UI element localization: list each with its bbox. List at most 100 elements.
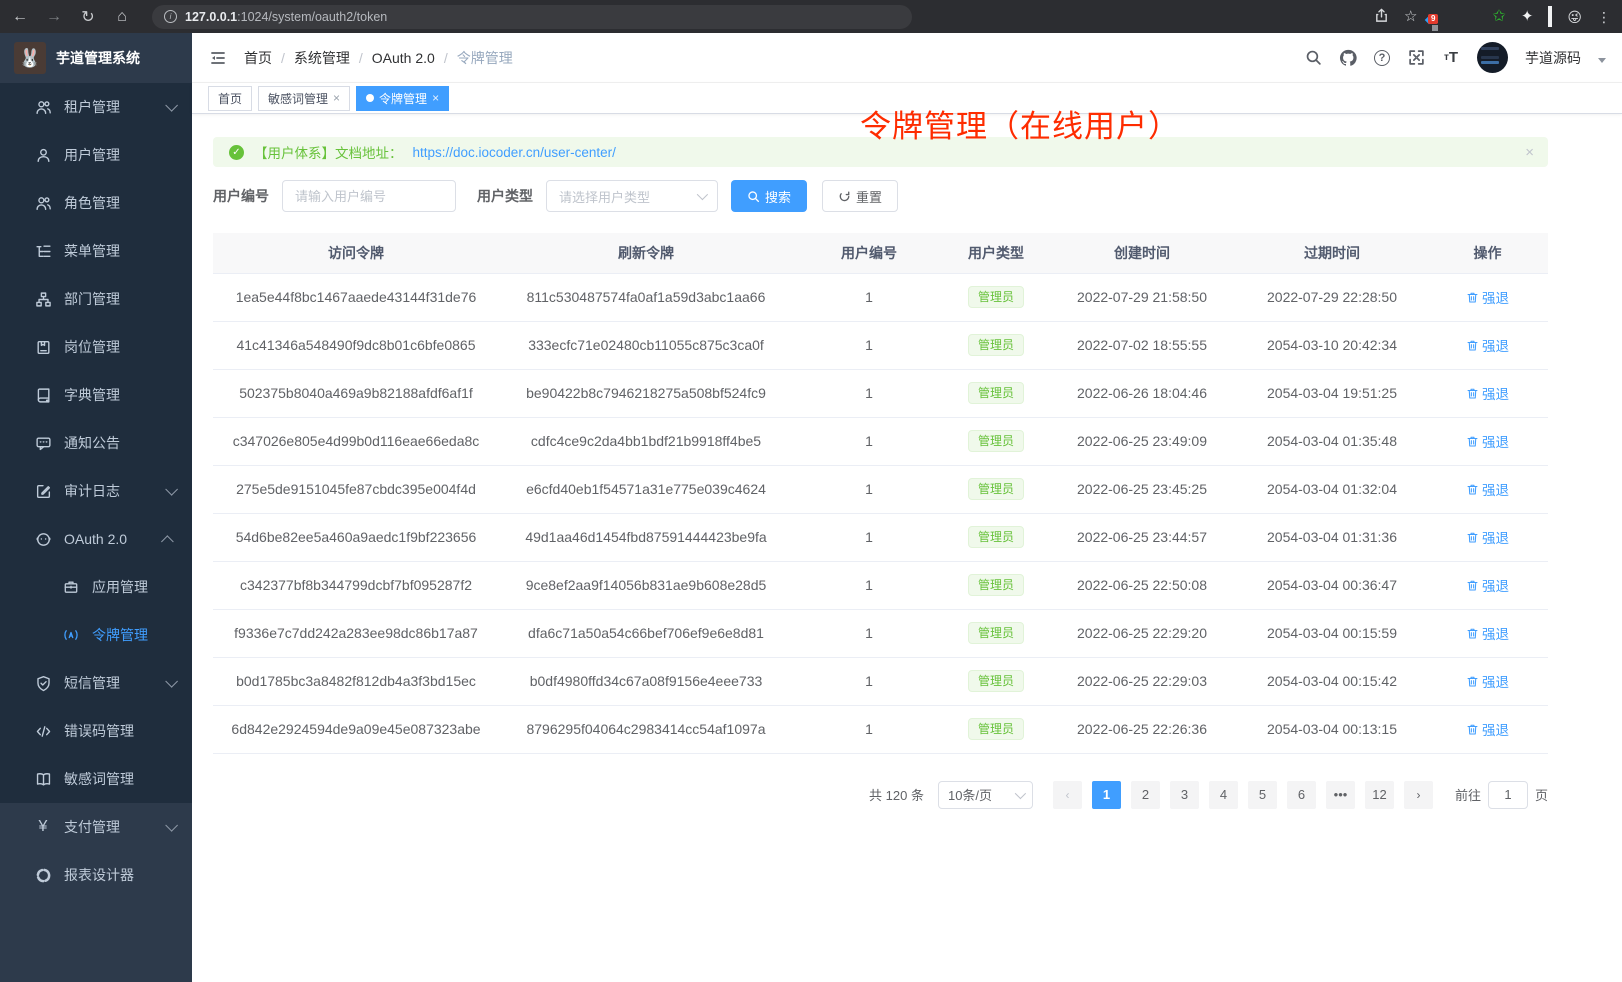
forward-icon[interactable]: → <box>44 8 64 26</box>
page-button-1[interactable]: 1 <box>1092 781 1121 809</box>
user-type-badge: 管理员 <box>968 670 1024 692</box>
caret-down-icon[interactable] <box>1598 58 1606 63</box>
open-book-icon <box>34 770 52 788</box>
dictionary-book-icon <box>34 386 52 404</box>
sidebar: 🐰 芋道管理系统 租户管理 用户管理 角色管理 菜单管理 <box>0 33 192 982</box>
force-logout-button[interactable]: 强退 <box>1466 671 1509 691</box>
chevron-down-icon <box>165 675 178 688</box>
sidebar-item-tenant[interactable]: 租户管理 <box>0 83 192 131</box>
sidebar-item-sensitive[interactable]: 敏感词管理 <box>0 755 192 803</box>
page-ellipsis-button[interactable]: ••• <box>1326 781 1355 809</box>
sidebar-item-post[interactable]: 岗位管理 <box>0 323 192 371</box>
page-size-select[interactable]: 10条/页 <box>938 781 1033 809</box>
force-logout-button[interactable]: 强退 <box>1466 527 1509 547</box>
emoji-extension-icon[interactable]: 😜 <box>1567 10 1582 24</box>
square-extension-icon[interactable] <box>1548 9 1552 24</box>
success-check-icon: ✓ <box>229 145 244 160</box>
oauth-robot-icon <box>34 530 52 548</box>
pagination: 共 120 条 10条/页 ‹ 1 2 3 4 5 6 ••• 12 › <box>213 781 1548 809</box>
search-icon[interactable] <box>1304 49 1322 67</box>
force-logout-button[interactable]: 强退 <box>1466 575 1509 595</box>
page-button-2[interactable]: 2 <box>1131 781 1160 809</box>
chevron-down-icon <box>165 99 178 112</box>
table-row: 275e5de9151045fe87cbdc395e004f4d e6cfd40… <box>213 465 1548 513</box>
green-star-extension-icon[interactable]: ✩ <box>1492 9 1505 25</box>
force-logout-button[interactable]: 强退 <box>1466 383 1509 403</box>
breadcrumb-oauth[interactable]: OAuth 2.0 <box>372 50 435 66</box>
close-icon[interactable]: × <box>333 91 340 105</box>
page-button-6[interactable]: 6 <box>1287 781 1316 809</box>
page-button-4[interactable]: 4 <box>1209 781 1238 809</box>
home-icon[interactable]: ⌂ <box>112 8 132 26</box>
sidebar-collapse-icon[interactable] <box>208 48 228 68</box>
tab-sensitive[interactable]: 敏感词管理× <box>258 86 350 111</box>
bookmark-star-icon[interactable]: ☆ <box>1404 9 1417 24</box>
sidebar-item-report[interactable]: 报表设计器 <box>0 851 192 899</box>
reload-icon[interactable]: ↻ <box>78 7 98 27</box>
force-logout-button[interactable]: 强退 <box>1466 335 1509 355</box>
avatar[interactable] <box>1477 42 1508 73</box>
tab-token[interactable]: 令牌管理× <box>356 86 449 111</box>
force-logout-button[interactable]: 强退 <box>1466 479 1509 499</box>
fullscreen-icon[interactable] <box>1407 49 1425 67</box>
sidebar-item-audit-log[interactable]: 审计日志 <box>0 467 192 515</box>
font-size-icon[interactable]: тT <box>1442 49 1460 67</box>
col-created: 创建时间 <box>1047 233 1237 273</box>
table-row: c342377bf8b344799dcbf7bf095287f2 9ce8ef2… <box>213 561 1548 609</box>
notice-close-icon[interactable]: × <box>1525 144 1534 161</box>
share-icon[interactable] <box>1374 8 1389 26</box>
page-info-icon[interactable]: i <box>164 10 177 23</box>
username[interactable]: 芋道源码 <box>1525 48 1581 68</box>
sidebar-item-sms[interactable]: 短信管理 <box>0 659 192 707</box>
user-type-badge: 管理员 <box>968 430 1024 452</box>
reset-button[interactable]: 重置 <box>822 180 898 212</box>
sidebar-item-dict[interactable]: 字典管理 <box>0 371 192 419</box>
next-page-button[interactable]: › <box>1404 781 1433 809</box>
chevron-up-icon <box>161 535 174 548</box>
user-id-input[interactable] <box>282 180 456 212</box>
edit-log-icon <box>34 482 52 500</box>
force-logout-button[interactable]: 强退 <box>1466 623 1509 643</box>
extension-badge: 9 <box>1428 14 1438 24</box>
close-icon[interactable]: × <box>432 91 439 105</box>
id-badge-icon <box>34 338 52 356</box>
col-expires: 过期时间 <box>1237 233 1427 273</box>
sidebar-item-errcode[interactable]: 错误码管理 <box>0 707 192 755</box>
chevron-down-icon <box>1015 787 1026 798</box>
table-row: 1ea5e44f8bc1467aaede43144f31de76 811c530… <box>213 273 1548 321</box>
sidebar-item-oauth-app[interactable]: 应用管理 <box>0 563 192 611</box>
prev-page-button[interactable]: ‹ <box>1053 781 1082 809</box>
force-logout-button[interactable]: 强退 <box>1466 287 1509 307</box>
browser-chrome: ← → ↻ ⌂ i 127.0.0.1:1024/system/oauth2/t… <box>0 0 1622 33</box>
sidebar-item-menu[interactable]: 菜单管理 <box>0 227 192 275</box>
table-row: c347026e805e4d99b0d116eae66eda8c cdfc4ce… <box>213 417 1548 465</box>
sidebar-item-dept[interactable]: 部门管理 <box>0 275 192 323</box>
force-logout-button[interactable]: 强退 <box>1466 431 1509 451</box>
sidebar-item-user[interactable]: 用户管理 <box>0 131 192 179</box>
github-icon[interactable] <box>1339 49 1357 67</box>
page-button-3[interactable]: 3 <box>1170 781 1199 809</box>
goto-page-input[interactable] <box>1488 781 1528 809</box>
doc-link[interactable]: https://doc.iocoder.cn/user-center/ <box>413 145 616 160</box>
sidebar-item-role[interactable]: 角色管理 <box>0 179 192 227</box>
sidebar-item-notice[interactable]: 通知公告 <box>0 419 192 467</box>
search-button[interactable]: 搜索 <box>731 180 807 212</box>
sidebar-item-oauth-token[interactable]: 令牌管理 <box>0 611 192 659</box>
user-type-select[interactable]: 请选择用户类型 <box>546 180 718 212</box>
address-bar[interactable]: i 127.0.0.1:1024/system/oauth2/token <box>152 5 912 29</box>
user-type-badge: 管理员 <box>968 718 1024 740</box>
sidebar-item-pay[interactable]: ¥ 支付管理 <box>0 803 192 851</box>
sidebar-item-oauth[interactable]: OAuth 2.0 <box>0 515 192 563</box>
page-button-5[interactable]: 5 <box>1248 781 1277 809</box>
breadcrumb-home[interactable]: 首页 <box>244 48 272 68</box>
force-logout-button[interactable]: 强退 <box>1466 719 1509 739</box>
breadcrumb-system[interactable]: 系统管理 <box>294 48 350 68</box>
page-button-12[interactable]: 12 <box>1365 781 1394 809</box>
back-icon[interactable]: ← <box>10 8 30 26</box>
tab-home[interactable]: 首页 <box>208 86 252 111</box>
app-logo[interactable]: 🐰 芋道管理系统 <box>0 33 192 83</box>
pinwheel-extension-icon[interactable]: ✦ <box>1521 9 1534 24</box>
breadcrumb-current: 令牌管理 <box>457 48 513 68</box>
help-icon[interactable]: ? <box>1374 50 1390 66</box>
browser-menu-icon[interactable]: ⋮ <box>1597 10 1612 24</box>
